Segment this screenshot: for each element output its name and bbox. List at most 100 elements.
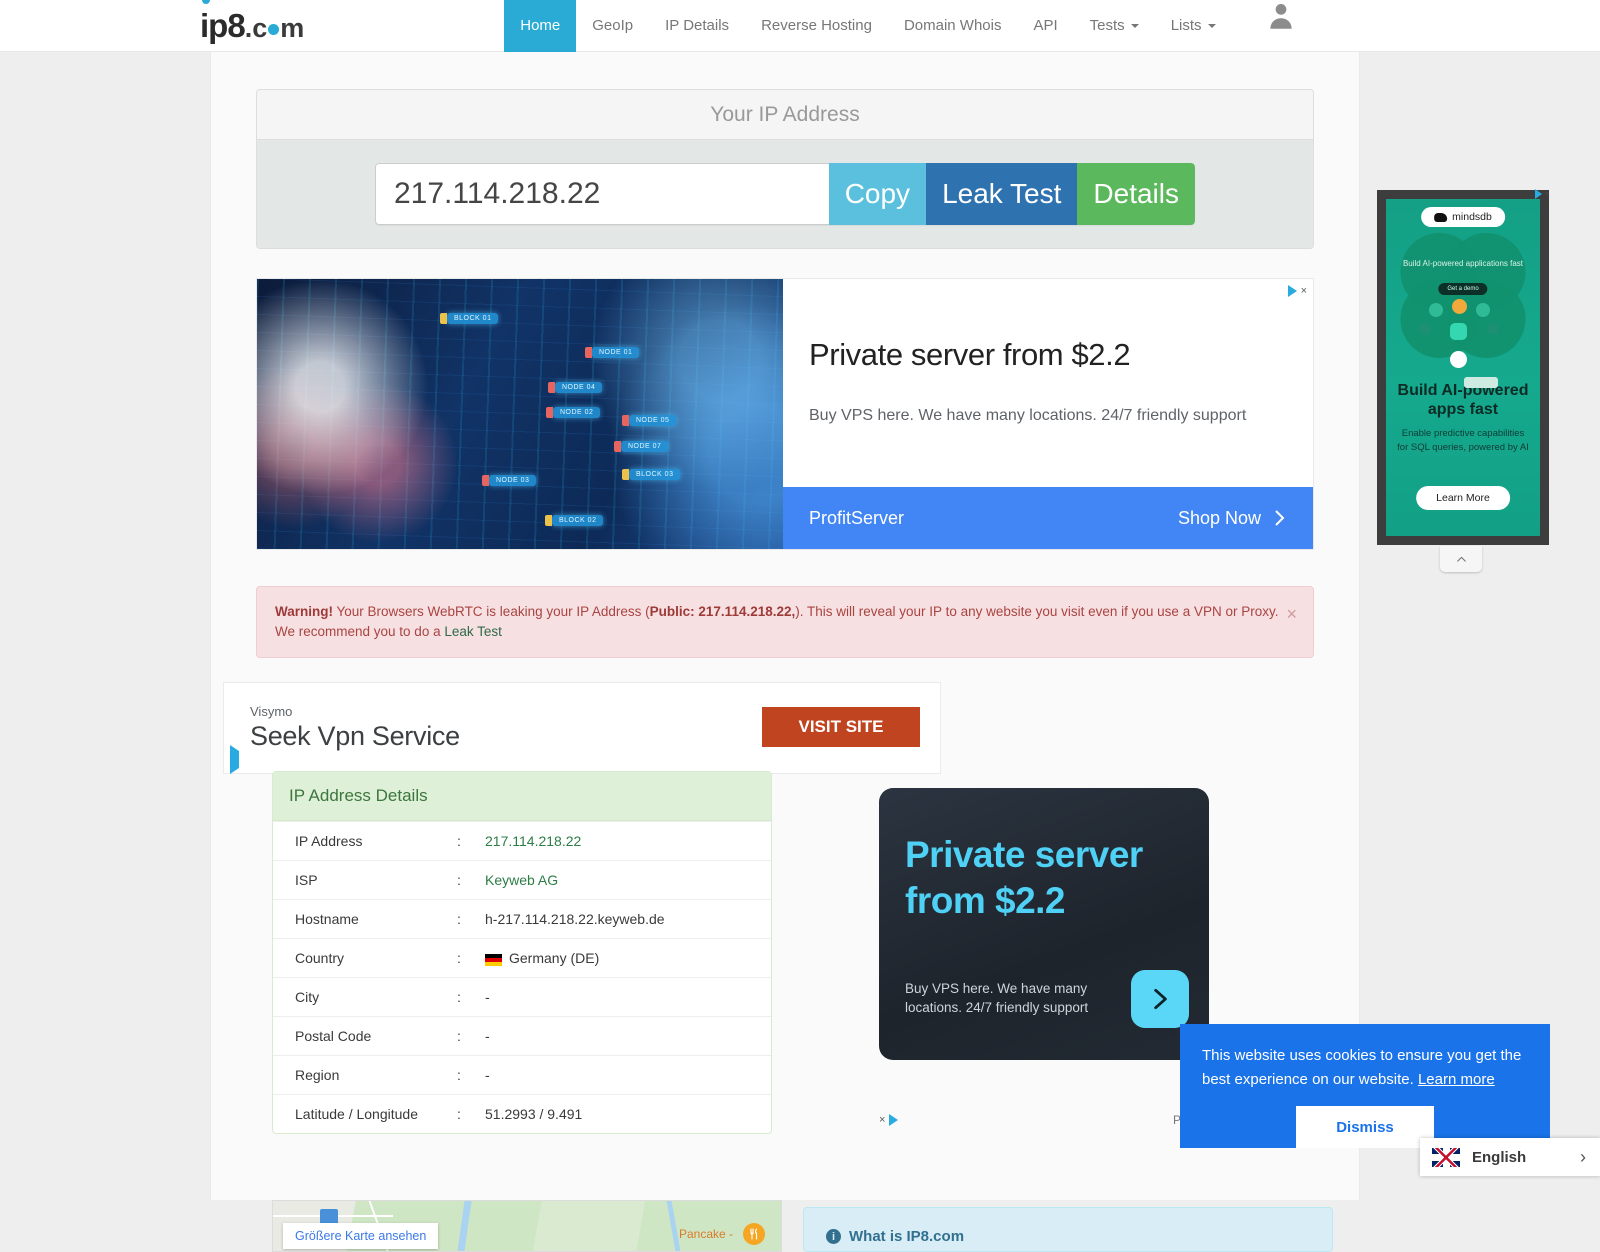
location-map[interactable]: Größere Karte ansehen Pancake -	[272, 1200, 782, 1252]
row-key: Region	[273, 1055, 453, 1095]
dark-ad-description: Buy VPS here. We have many locations. 24…	[905, 980, 1089, 1016]
cookie-dismiss-button[interactable]: Dismiss	[1296, 1106, 1434, 1148]
graphic-node-icon	[1419, 323, 1431, 335]
row-value: -	[481, 977, 771, 1017]
language-name: English	[1472, 1148, 1527, 1166]
ad-headline: Private server from $2.2	[809, 337, 1131, 372]
language-selector[interactable]: English ›	[1420, 1138, 1600, 1176]
map-river	[457, 1201, 472, 1251]
adchoices-icon[interactable]	[1535, 189, 1543, 199]
top-ad-banner[interactable]: BLOCK 01 NODE 01 NODE 04 NODE 02 NODE 05…	[256, 278, 1314, 550]
row-value: 51.2993 / 9.491	[481, 1094, 771, 1133]
row-separator: :	[453, 1055, 481, 1095]
view-larger-map-link[interactable]: Größere Karte ansehen	[283, 1223, 439, 1249]
nav-label-domain-whois: Domain Whois	[903, 17, 1002, 34]
row-key: Postal Code	[273, 1016, 453, 1056]
mindsdb-side-ad[interactable]: × mindsdb Build AI-powered applications …	[1377, 189, 1550, 545]
side-ad-adchoices[interactable]: ×	[1535, 189, 1550, 200]
info-icon: i	[826, 1229, 841, 1244]
table-row: ISP : Keyweb AG	[273, 860, 771, 900]
ip-address-input[interactable]: 217.114.218.22	[375, 163, 829, 225]
dark-ad-headline-line2: from $2.2	[905, 880, 1066, 922]
ad-image-node-label: NODE 05	[621, 415, 677, 426]
nav-item-domain-whois[interactable]: Domain Whois	[888, 0, 1018, 52]
nav-label-geoip: GeoIp	[592, 17, 634, 34]
nav-item-home[interactable]: Home	[504, 0, 577, 52]
side-ad-collapse-button[interactable]	[1440, 546, 1482, 572]
logo-o-icon	[268, 24, 280, 35]
ad-cta-bar[interactable]: ProfitServer Shop Now	[783, 487, 1313, 549]
ip-details-title: IP Address Details	[273, 772, 771, 821]
dark-ad-headline-line1: Private server	[905, 834, 1143, 875]
site-logo[interactable]: ip8. c m	[200, 0, 304, 43]
nav-item-api[interactable]: API	[1017, 0, 1073, 52]
chevron-down-icon	[1130, 23, 1139, 28]
nav-item-tests[interactable]: Tests	[1074, 0, 1155, 52]
table-row: Hostname : h-217.114.218.22.keyweb.de	[273, 899, 771, 939]
nav-item-reverse-hosting[interactable]: Reverse Hosting	[745, 0, 888, 52]
ip-address-details-card: IP Address Details IP Address : 217.114.…	[272, 771, 772, 1134]
table-row: Postal Code : -	[273, 1016, 771, 1056]
row-separator: :	[453, 977, 481, 1017]
visymo-headline: Seek Vpn Service	[250, 721, 460, 752]
cookie-learn-more-link[interactable]: Learn more	[1418, 1071, 1495, 1088]
country-name: Germany (DE)	[509, 950, 600, 966]
logo-suffix: c	[252, 13, 268, 43]
side-ad-subtext-line2: for SQL queries, powered by AI	[1397, 441, 1529, 453]
table-row: IP Address : 217.114.218.22	[273, 821, 771, 861]
what-is-ip8-title-row: i What is IP8.com	[804, 1208, 1332, 1245]
what-is-ip8-panel: i What is IP8.com	[803, 1207, 1333, 1252]
mindsdb-brand-pill: mindsdb	[1421, 207, 1505, 227]
visymo-adchoices[interactable]	[230, 745, 239, 775]
what-is-ip8-title: What is IP8.com	[849, 1228, 965, 1245]
close-icon[interactable]: ×	[1301, 285, 1307, 297]
warning-prefix: Warning!	[275, 604, 333, 619]
ad-shop-now[interactable]: Shop Now	[1178, 508, 1287, 529]
user-avatar-icon[interactable]	[1266, 0, 1296, 30]
row-value[interactable]: 217.114.218.22	[481, 821, 771, 861]
row-key: ISP	[273, 860, 453, 900]
side-ad-inner-headline: Build AI-powered applications fast	[1402, 259, 1524, 268]
ad-banner-body: × Private server from $2.2 Buy VPS here.…	[783, 279, 1313, 549]
close-icon[interactable]: ×	[1544, 189, 1550, 200]
ad-advertiser-name: ProfitServer	[809, 507, 905, 528]
adchoices-icon[interactable]	[1287, 285, 1297, 297]
adchoices-icon[interactable]	[889, 1114, 899, 1126]
logo-dot-separator: .	[244, 13, 253, 43]
graphic-node-highlight-icon	[1452, 299, 1467, 314]
ad-image-node-label: NODE 01	[584, 347, 640, 358]
visymo-ad[interactable]: Visymo Seek Vpn Service VISIT SITE	[223, 682, 941, 775]
visit-site-button[interactable]: VISIT SITE	[762, 707, 920, 748]
row-separator: :	[453, 938, 481, 978]
details-button[interactable]: Details	[1077, 163, 1195, 225]
row-separator: :	[453, 1094, 481, 1133]
chevron-right-icon: ›	[1580, 1146, 1586, 1167]
row-separator: :	[453, 899, 481, 939]
profitserver-dark-ad[interactable]: Private server from $2.2 Buy VPS here. W…	[879, 788, 1209, 1060]
row-value: -	[481, 1055, 771, 1095]
leak-test-button[interactable]: Leak Test	[926, 163, 1078, 225]
dark-ad-adchoices[interactable]: ×	[879, 1114, 899, 1126]
copy-button[interactable]: Copy	[828, 163, 927, 225]
dark-ad-footer: × ProfitS	[879, 1107, 1209, 1133]
learn-more-button[interactable]: Learn More	[1416, 486, 1510, 510]
side-ad-inner-button: Get a demo	[1438, 283, 1488, 295]
warning-leak-test-link[interactable]: Leak Test	[444, 624, 502, 639]
restaurant-icon	[743, 1223, 765, 1245]
row-separator: :	[453, 821, 481, 861]
nav-label-tests: Tests	[1089, 17, 1125, 34]
adchoices-control[interactable]: ×	[1287, 285, 1307, 297]
nav-item-lists[interactable]: Lists	[1155, 0, 1232, 52]
ip-panel-title: Your IP Address	[257, 90, 1313, 140]
graphic-bar-icon	[1464, 377, 1498, 388]
adchoices-icon[interactable]	[230, 745, 239, 775]
dark-ad-arrow-button[interactable]	[1131, 970, 1189, 1028]
nav-item-ip-details[interactable]: IP Details	[649, 0, 745, 52]
graphic-node-icon	[1476, 303, 1490, 317]
close-icon[interactable]: ×	[879, 1114, 885, 1126]
row-value[interactable]: Keyweb AG	[481, 860, 771, 900]
nav-item-geoip[interactable]: GeoIp	[576, 0, 649, 52]
ad-image-node-label: NODE 03	[481, 475, 537, 486]
ip-panel-body: 217.114.218.22 Copy Leak Test Details	[257, 140, 1313, 248]
warning-close-icon[interactable]: ×	[1286, 601, 1297, 627]
